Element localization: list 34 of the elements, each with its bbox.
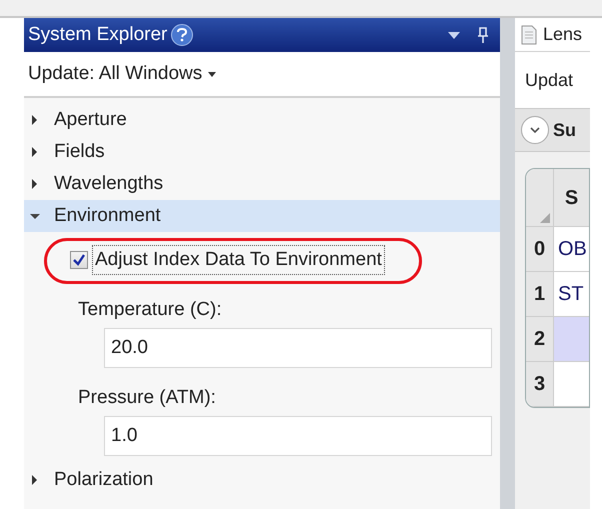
table-cell[interactable] [554,317,589,361]
row-number[interactable]: 3 [526,362,554,406]
input-field[interactable]: 20.0 [104,328,492,368]
tree-item[interactable]: Environment [24,200,500,232]
column-header[interactable]: S [554,169,589,226]
expand-button[interactable] [521,116,549,144]
caret-icon [208,72,216,76]
section-title: Su [553,118,576,142]
row-number[interactable]: 0 [526,227,554,271]
corner-icon [540,213,550,223]
field-label: Pressure (ATM): [77,386,217,410]
tree-item[interactable]: Wavelengths [24,168,500,200]
dropdown-icon[interactable] [448,32,460,38]
panel-title: System Explorer [28,22,168,47]
expand-icon[interactable] [30,115,40,125]
input-field[interactable]: 1.0 [104,416,492,456]
checkbox[interactable] [70,251,88,269]
chevron-icon [530,127,540,133]
toolbar-text: Updat [525,68,574,92]
expand-icon[interactable] [30,475,40,485]
checkbox-label[interactable]: Adjust Index Data To Environment [92,244,385,276]
document-icon [521,24,537,44]
expand-icon[interactable] [30,179,40,189]
help-icon[interactable] [171,24,194,46]
pin-icon[interactable] [478,27,488,43]
field-label: Temperature (C): [77,298,223,322]
expand-icon[interactable] [30,147,40,157]
collapse-icon[interactable] [30,211,40,221]
row-number[interactable]: 2 [526,317,554,361]
row-number[interactable]: 1 [526,272,554,316]
tree-item[interactable]: Aperture [24,104,500,136]
document-tab[interactable]: Lens [515,18,590,52]
tree-item[interactable]: Fields [24,136,500,168]
tree-item[interactable]: Polarization [24,464,500,496]
